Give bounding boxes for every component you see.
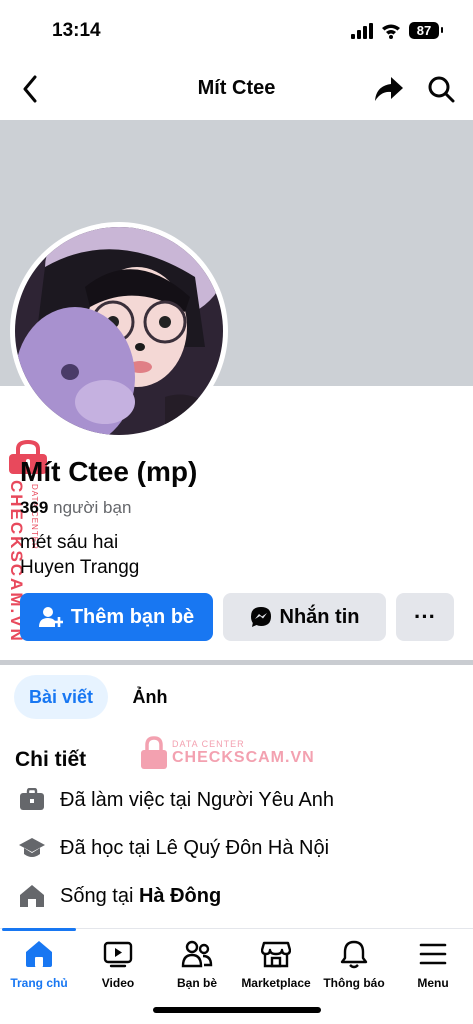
section-divider	[0, 660, 473, 665]
video-icon	[103, 941, 133, 968]
detail-work-prefix: Đã làm việc tại	[60, 788, 197, 811]
watermark-center-brand: CHECKSCAM.VN	[172, 749, 315, 766]
profile-name: Mít Ctee (mp)	[20, 456, 198, 487]
share-icon	[375, 77, 403, 101]
tabbar-item-menu[interactable]: Menu	[393, 939, 473, 990]
status-bar: 13:14 87	[0, 0, 473, 60]
more-options-button[interactable]: ···	[396, 593, 454, 641]
tabbar-label: Thông báo	[323, 976, 385, 990]
share-button[interactable]	[371, 72, 407, 106]
detail-lives-place: Hà Đông	[138, 884, 222, 907]
search-icon	[428, 76, 455, 103]
detail-lives-prefix: Sống tại	[60, 884, 139, 907]
friends-count-line[interactable]: 369 người bạn	[20, 498, 131, 518]
add-friend-button[interactable]: Thêm bạn bè	[20, 593, 213, 641]
tabbar-label: Marketplace	[241, 976, 311, 990]
home-icon	[26, 941, 52, 967]
tabbar-item-home[interactable]: Trang chủ	[0, 939, 79, 990]
bio-line: mét sáu hai	[20, 532, 119, 553]
message-label: Nhắn tin	[279, 605, 360, 628]
tabbar-label: Video	[101, 976, 135, 990]
more-icon: ···	[414, 604, 436, 629]
avatar-image	[15, 227, 223, 435]
add-friend-icon	[38, 607, 63, 627]
detail-study-place: Lê Quý Đôn Hà Nội	[155, 836, 330, 859]
tabbar-item-video[interactable]: Video	[78, 939, 158, 990]
friends-icon	[181, 940, 213, 968]
detail-work-place: Người Yêu Anh	[196, 788, 335, 811]
tabbar-item-marketplace[interactable]: Marketplace	[236, 939, 316, 990]
graduation-cap-icon	[18, 834, 46, 862]
tabbar-label: Menu	[417, 976, 449, 990]
marketplace-icon	[261, 941, 291, 968]
battery-indicator: 87	[409, 22, 443, 39]
tabbar-label: Bạn bè	[176, 976, 217, 990]
tabbar-item-notifications[interactable]: Thông báo	[314, 939, 394, 990]
detail-lives[interactable]: Sống tại Hà Đông	[18, 881, 221, 911]
status-time: 13:14	[52, 20, 101, 41]
home-icon	[18, 882, 46, 910]
tabbar-item-friends[interactable]: Bạn bè	[157, 939, 237, 990]
friends-count: 369	[20, 498, 49, 517]
detail-study[interactable]: Đã học tại Lê Quý Đôn Hà Nội	[18, 833, 329, 863]
avatar	[15, 227, 223, 435]
friends-label: người bạn	[53, 498, 132, 517]
watermark-center-sub: DATA CENTER	[172, 739, 245, 749]
menu-icon	[419, 943, 447, 965]
profile-picture[interactable]	[10, 222, 228, 440]
detail-work[interactable]: Đã làm việc tại Người Yêu Anh	[18, 785, 334, 815]
message-button[interactable]: Nhắn tin	[223, 593, 386, 641]
bell-icon	[340, 940, 368, 969]
details-title: Chi tiết	[15, 748, 87, 771]
add-friend-label: Thêm bạn bè	[70, 605, 195, 628]
tab-posts[interactable]: Bài viết	[14, 675, 108, 719]
tabbar-label: Trang chủ	[10, 976, 68, 990]
home-indicator[interactable]	[153, 1007, 321, 1013]
signal-icon	[351, 22, 373, 39]
status-icons: 87	[351, 22, 443, 39]
nav-bar: Mít Ctee	[0, 60, 473, 118]
bio-line: Huyen Trangg	[20, 557, 140, 578]
messenger-icon	[250, 607, 271, 627]
active-tab-indicator	[2, 928, 76, 931]
wifi-icon	[382, 24, 400, 39]
tab-photos[interactable]: Ảnh	[118, 675, 182, 719]
lock-icon	[141, 736, 167, 769]
search-button[interactable]	[423, 72, 459, 106]
briefcase-icon	[18, 786, 46, 814]
detail-study-prefix: Đã học tại	[60, 836, 156, 859]
watermark-center: DATA CENTER CHECKSCAM.VN	[140, 733, 315, 773]
